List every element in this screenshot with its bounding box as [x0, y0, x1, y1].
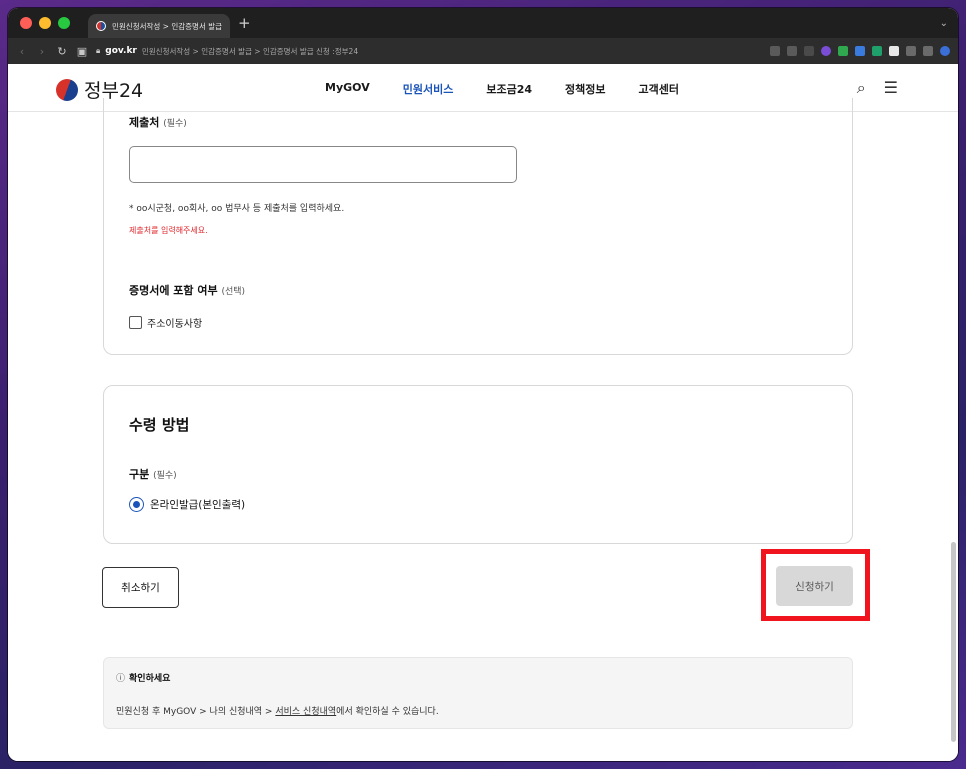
receipt-type-label-text: 구분	[129, 468, 150, 481]
reader-icon[interactable]: ▣	[76, 45, 88, 58]
taegeuk-logo-icon	[56, 78, 78, 101]
submit-to-hint: * oo시군청, oo회사, oo 법무사 등 제출처를 입력하세요.	[129, 204, 345, 214]
notice-text-after: 에서 확인하실 수 있습니다.	[336, 707, 439, 717]
share-icon[interactable]	[787, 46, 797, 56]
key-icon[interactable]	[770, 46, 780, 56]
include-label-text: 증명서에 포함 여부	[129, 284, 218, 297]
search-icon[interactable]: ⌕	[857, 78, 866, 98]
submit-to-label-text: 제출처	[129, 116, 160, 129]
submit-to-error: 제출처를 입력해주세요.	[129, 226, 208, 235]
url-domain: gov.kr	[105, 46, 137, 56]
lock-icon: 🔒︎	[96, 46, 101, 55]
service-history-link[interactable]: 서비스 신청내역	[275, 707, 336, 717]
reload-icon[interactable]: ↻	[56, 45, 68, 58]
nav-policy-info[interactable]: 정책정보	[565, 81, 605, 97]
application-form-card	[103, 98, 853, 355]
nav-subsidy24[interactable]: 보조금24	[486, 81, 532, 97]
bookmark-icon[interactable]	[804, 46, 814, 56]
online-issue-radio-row[interactable]: 온라인발급(본인출력)	[129, 497, 245, 512]
header-actions: ⌕ ☰	[857, 78, 898, 98]
nav-civil-service[interactable]: 민원서비스	[403, 81, 454, 97]
page-content: 제출처 (필수) * oo시군청, oo회사, oo 법무사 등 제출처를 입력…	[8, 98, 958, 761]
global-nav: MyGOV 민원서비스 보조금24 정책정보 고객센터	[325, 81, 679, 97]
submit-application-button[interactable]: 신청하기	[776, 566, 853, 606]
notice-text-before: 민원신청 후 MyGOV > 나의 신청내역 >	[116, 707, 276, 717]
window-controls	[20, 17, 70, 29]
url-field[interactable]: 🔒︎ gov.kr 민원신청서작성 > 인감증명서 발급 > 인감증명서 발급 …	[96, 46, 762, 57]
shield-icon[interactable]	[838, 46, 848, 56]
notice-box: ⓘ 확인하세요 민원신청 후 MyGOV > 나의 신청내역 > 서비스 신청내…	[103, 657, 853, 729]
gov24-favicon-icon	[96, 21, 106, 31]
download-icon[interactable]	[906, 46, 916, 56]
notice-title-text: 확인하세요	[129, 674, 171, 684]
include-label: 증명서에 포함 여부 (선택)	[129, 282, 245, 298]
required-tag: (필수)	[153, 471, 177, 481]
minimize-window-button[interactable]	[39, 17, 51, 29]
url-page-title: 민원신청서작성 > 인감증명서 발급 > 인감증명서 발급 신청 :정부24	[141, 46, 359, 56]
required-tag: (필수)	[163, 119, 187, 129]
info-icon: ⓘ	[116, 674, 126, 684]
browser-tab[interactable]: 민원신청서작성 > 인감증명서 발급	[88, 14, 230, 38]
back-arrow-icon[interactable]: ‹	[16, 45, 28, 58]
menu-icon[interactable]: ☰	[884, 78, 898, 98]
receipt-type-label: 구분 (필수)	[129, 466, 177, 482]
extension-green-icon[interactable]	[872, 46, 882, 56]
notice-title: ⓘ 확인하세요	[116, 671, 170, 684]
profile-avatar-icon[interactable]	[940, 46, 950, 56]
nav-customer-center[interactable]: 고객센터	[638, 81, 678, 97]
cancel-button[interactable]: 취소하기	[102, 567, 179, 608]
browser-window: 민원신청서작성 > 인감증명서 발급 + ⌄ ‹ › ↻ ▣ 🔒︎ gov.kr…	[8, 8, 958, 761]
forward-arrow-icon[interactable]: ›	[36, 45, 48, 58]
address-change-label[interactable]: 주소이동사항	[147, 315, 202, 330]
new-tab-button[interactable]: +	[238, 14, 251, 32]
tab-bar: 민원신청서작성 > 인감증명서 발급 + ⌄	[8, 8, 958, 38]
receipt-method-title: 수령 방법	[129, 416, 190, 434]
zoom-window-button[interactable]	[58, 17, 70, 29]
online-issue-radio[interactable]	[129, 497, 144, 512]
address-bar: ‹ › ↻ ▣ 🔒︎ gov.kr 민원신청서작성 > 인감증명서 발급 > 인…	[8, 38, 958, 64]
address-change-checkbox-row[interactable]: 주소이동사항	[129, 315, 202, 330]
extension-white-icon[interactable]	[889, 46, 899, 56]
online-issue-label[interactable]: 온라인발급(본인출력)	[150, 497, 245, 512]
close-window-button[interactable]	[20, 17, 32, 29]
optional-tag: (선택)	[221, 287, 246, 297]
receipt-method-card	[103, 385, 853, 544]
submit-to-label: 제출처 (필수)	[129, 114, 187, 130]
page-scrollbar[interactable]	[951, 542, 956, 742]
notice-text: 민원신청 후 MyGOV > 나의 신청내역 > 서비스 신청내역에서 확인하실…	[116, 704, 439, 717]
extension-check-icon[interactable]	[821, 46, 831, 56]
tab-menu-chevron-icon[interactable]: ⌄	[940, 18, 948, 29]
extension-toolbar	[770, 46, 950, 56]
tab-title: 민원신청서작성 > 인감증명서 발급	[112, 21, 222, 31]
nav-mygov[interactable]: MyGOV	[325, 81, 370, 97]
sidebar-icon[interactable]	[923, 46, 933, 56]
translate-icon[interactable]	[855, 46, 865, 56]
submit-to-input[interactable]	[129, 146, 517, 183]
address-change-checkbox[interactable]	[129, 316, 142, 329]
